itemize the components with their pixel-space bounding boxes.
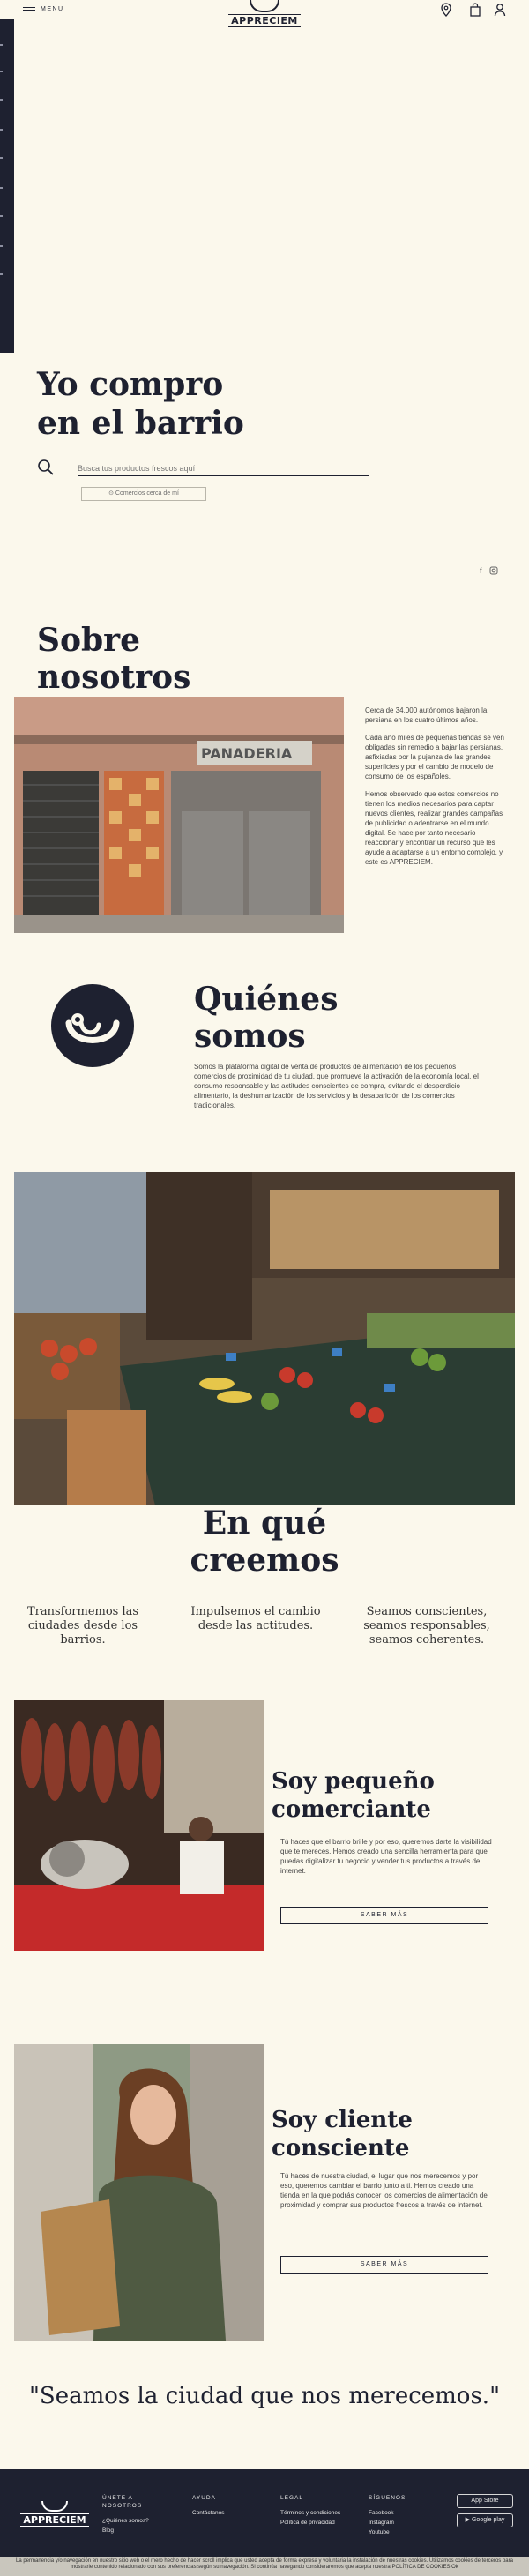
customer-title-line1: Soy cliente bbox=[272, 2107, 413, 2133]
who-title-line2: somos bbox=[194, 1018, 306, 1055]
bakery-storefront-photo: PANADERIA bbox=[14, 697, 344, 933]
footer-heading: SÍGUENOS bbox=[369, 2494, 421, 2505]
footer-link-privacy[interactable]: Política de privacidad bbox=[280, 2519, 340, 2527]
about-paragraph: Cerca de 34.000 autónomos bajaron la per… bbox=[365, 706, 488, 724]
market-stall-photo bbox=[14, 1172, 515, 1505]
search-input[interactable] bbox=[78, 460, 369, 476]
shopping-bag-icon[interactable] bbox=[469, 3, 481, 17]
footer-link-contact[interactable]: Contáctanos bbox=[192, 2509, 245, 2517]
hero-title-line2: en el barrio bbox=[37, 405, 244, 442]
cookie-ok-button[interactable]: Ok bbox=[451, 2565, 458, 2570]
footer-column-follow: SÍGUENOS Facebook Instagram Youtube bbox=[369, 2494, 421, 2538]
menu-label: MENU bbox=[41, 5, 64, 12]
customer-learn-more-button[interactable]: SABER MÁS bbox=[280, 2256, 488, 2274]
belief-item: Seamos conscientes, seamos responsables,… bbox=[363, 1605, 490, 1646]
customer-title-line2: consciente bbox=[272, 2135, 410, 2162]
about-title-line2: nosotros bbox=[37, 659, 191, 696]
google-play-button[interactable]: ▶ Google play bbox=[457, 2513, 513, 2527]
footer-logo-text: APPRECIEM bbox=[20, 2513, 89, 2527]
search-icon[interactable] bbox=[37, 459, 55, 476]
facebook-icon[interactable]: f bbox=[480, 566, 482, 575]
belief-item: Transformemos las ciudades desde los bar… bbox=[26, 1605, 139, 1646]
hero-title-line1: Yo compro bbox=[37, 366, 224, 403]
hamburger-icon bbox=[23, 5, 35, 13]
shop-sign: PANADERIA bbox=[201, 745, 293, 762]
beliefs-title: En qué creemos bbox=[0, 1505, 529, 1579]
instagram-icon[interactable] bbox=[489, 566, 498, 575]
about-text: Cerca de 34.000 autónomos bajaron la per… bbox=[365, 706, 506, 875]
cookie-accept-text: acepta nuestra bbox=[355, 2565, 391, 2570]
cookie-banner: La permanencia y/o navegación en nuestro… bbox=[0, 2557, 529, 2576]
beliefs-title-line1: En qué bbox=[202, 1505, 327, 1542]
footer-column-legal: LEGAL Términos y condiciones Política de… bbox=[280, 2494, 340, 2528]
merchant-title-line1: Soy pequeño bbox=[272, 1768, 435, 1795]
beliefs-title-line2: creemos bbox=[190, 1542, 339, 1579]
hero-title: Yo compro en el barrio bbox=[37, 365, 244, 443]
menu-button[interactable]: MENU bbox=[23, 5, 64, 13]
footer-link-terms[interactable]: Términos y condiciones bbox=[280, 2509, 340, 2517]
footer-link-facebook[interactable]: Facebook bbox=[369, 2509, 421, 2517]
site-logo[interactable]: APPRECIEM bbox=[227, 0, 302, 30]
who-title-line1: Quiénes bbox=[194, 981, 339, 1018]
butcher-shop-photo bbox=[14, 1700, 264, 1951]
footer-column-help: AYUDA Contáctanos bbox=[192, 2494, 245, 2519]
cookie-policy-link[interactable]: POLÍTICA DE COOKIES bbox=[391, 2565, 450, 2570]
customer-title: Soy cliente consciente bbox=[272, 2106, 413, 2162]
appreciem-smile-logo-icon bbox=[51, 984, 134, 1067]
footer-link-blog[interactable]: Blog bbox=[102, 2527, 155, 2535]
footer-heading: ÚNETE A NOSOTROS bbox=[102, 2494, 155, 2513]
footer-link-instagram[interactable]: Instagram bbox=[369, 2519, 421, 2527]
site-footer: APPRECIEM ÚNETE A NOSOTROS ¿Quiénes somo… bbox=[0, 2469, 529, 2557]
merchant-title-line2: comerciante bbox=[272, 1796, 431, 1823]
logo-smile-icon bbox=[41, 2501, 68, 2512]
footer-link-about[interactable]: ¿Quiénes somos? bbox=[102, 2517, 155, 2525]
merchant-text: Tú haces que el barrio brille y por eso,… bbox=[280, 1838, 492, 1875]
who-we-are-title: Quiénes somos bbox=[194, 981, 338, 1055]
about-title: Sobre nosotros bbox=[37, 622, 190, 696]
who-we-are-text: Somos la plataforma digital de venta de … bbox=[194, 1063, 479, 1109]
quote: "Seamos la ciudad que nos merecemos." bbox=[28, 2383, 501, 2409]
footer-link-youtube[interactable]: Youtube bbox=[369, 2528, 421, 2536]
customer-with-bag-photo bbox=[14, 2044, 264, 2341]
merchant-learn-more-button[interactable]: SABER MÁS bbox=[280, 1907, 488, 1924]
app-store-button[interactable]: App Store bbox=[457, 2494, 513, 2508]
about-paragraph: Hemos observado que estos comercios no t… bbox=[365, 790, 503, 866]
about-paragraph: Cada año miles de pequeñas tiendas se ve… bbox=[365, 734, 504, 780]
logo-smile-icon bbox=[250, 0, 279, 12]
customer-text: Tú haces de nuestra ciudad, el lugar que… bbox=[280, 2172, 488, 2209]
social-links: f bbox=[480, 566, 498, 575]
footer-logo[interactable]: APPRECIEM bbox=[18, 2501, 92, 2527]
merchant-title: Soy pequeño comerciante bbox=[272, 1767, 435, 1824]
footer-heading: LEGAL bbox=[280, 2494, 333, 2505]
user-account-icon[interactable] bbox=[494, 3, 506, 17]
about-title-line1: Sobre bbox=[37, 622, 141, 659]
nearby-shops-button[interactable]: ⊙ Comercios cerca de mí bbox=[81, 487, 206, 501]
footer-column-join: ÚNETE A NOSOTROS ¿Quiénes somos? Blog bbox=[102, 2494, 155, 2536]
footer-heading: AYUDA bbox=[192, 2494, 245, 2505]
location-pin-icon[interactable] bbox=[440, 3, 452, 17]
belief-item: Impulsemos el cambio desde las actitudes… bbox=[190, 1605, 321, 1632]
side-panel[interactable] bbox=[0, 19, 14, 353]
logo-text: APPRECIEM bbox=[228, 14, 301, 27]
